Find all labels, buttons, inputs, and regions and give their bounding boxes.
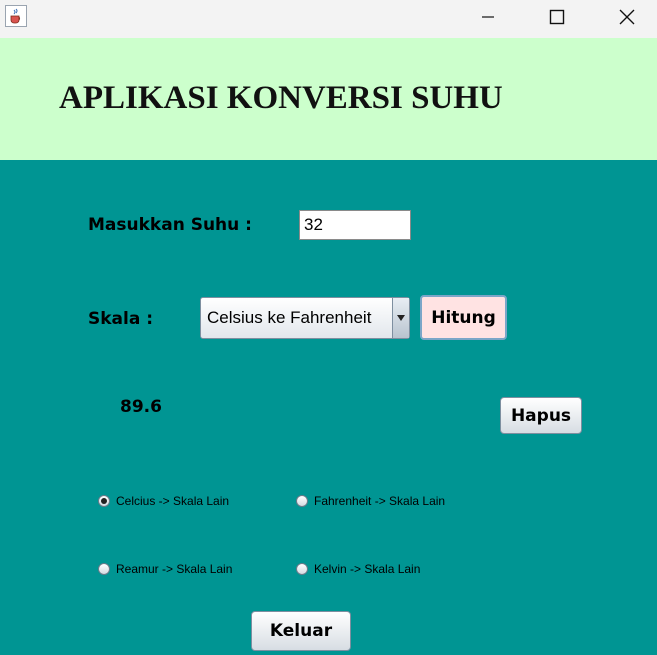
dropdown-arrow-icon[interactable] <box>392 298 409 338</box>
skala-label: Skala : <box>88 309 154 329</box>
suhu-input[interactable] <box>299 210 411 240</box>
radio-label-celcius: Celcius -> Skala Lain <box>116 494 230 508</box>
maximize-button[interactable] <box>534 0 580 34</box>
radio-label-reamur: Reamur -> Skala Lain <box>116 562 233 576</box>
skala-select-value: Celsius ke Fahrenheit <box>207 308 372 327</box>
maximize-icon <box>549 9 565 25</box>
radio-indicator-kelvin <box>296 563 308 575</box>
radio-kelvin[interactable]: Kelvin -> Skala Lain <box>296 562 420 576</box>
radio-indicator-celcius <box>98 495 110 507</box>
java-cup-icon <box>5 5 27 27</box>
window-titlebar <box>0 0 657 38</box>
result-value: 89.6 <box>120 397 162 417</box>
close-button[interactable] <box>604 0 650 34</box>
page-title: APLIKASI KONVERSI SUHU <box>59 80 503 116</box>
radio-indicator-reamur <box>98 563 110 575</box>
close-icon <box>619 9 635 25</box>
header-panel: APLIKASI KONVERSI SUHU <box>0 38 657 160</box>
radio-fahrenheit[interactable]: Fahrenheit -> Skala Lain <box>296 494 445 508</box>
radio-indicator-fahrenheit <box>296 495 308 507</box>
skala-select[interactable]: Celsius ke Fahrenheit <box>200 297 410 339</box>
radio-label-fahrenheit: Fahrenheit -> Skala Lain <box>314 494 446 508</box>
minimize-icon <box>482 16 494 18</box>
hapus-button[interactable]: Hapus <box>500 397 582 434</box>
radio-label-kelvin: Kelvin -> Skala Lain <box>314 562 421 576</box>
suhu-label: Masukkan Suhu : <box>88 215 252 235</box>
keluar-button[interactable]: Keluar <box>251 611 351 651</box>
minimize-button[interactable] <box>465 0 511 34</box>
hitung-button[interactable]: Hitung <box>420 295 507 340</box>
radio-reamur[interactable]: Reamur -> Skala Lain <box>98 562 232 576</box>
radio-celcius[interactable]: Celcius -> Skala Lain <box>98 494 229 508</box>
